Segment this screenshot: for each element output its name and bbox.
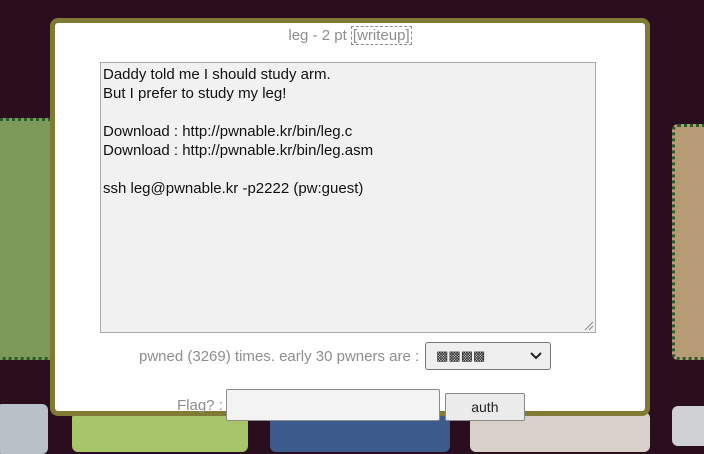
pwn-stats: pwned (3269) times. early 30 pwners are … [139,342,552,370]
modal-title-row: leg - 2 pt [writeup] [55,26,645,45]
flag-input[interactable] [225,389,440,421]
chevron-down-icon [530,352,542,360]
challenge-title: leg - 2 pt [288,27,347,44]
resize-grip-icon[interactable] [584,321,594,331]
challenge-card-right[interactable] [672,124,704,360]
challenge-modal: leg - 2 pt [writeup] Daddy told me I sho… [50,18,650,421]
challenge-description[interactable]: Daddy told me I should study arm. But I … [100,62,596,333]
early-pwners-selected: ▩▩▩▩ [436,348,486,363]
description-text: Daddy told me I should study arm. But I … [103,66,374,197]
writeup-link[interactable]: [writeup] [350,26,412,45]
flag-form: Flag? : auth [177,389,525,421]
challenge-card-bottom-5[interactable] [672,406,704,446]
flag-label: Flag? : [177,396,223,414]
auth-button[interactable]: auth [444,393,525,421]
pwn-count-text: pwned (3269) times. early 30 pwners are … [139,347,420,365]
early-pwners-select[interactable]: ▩▩▩▩ [425,342,552,370]
challenge-card-bottom-1[interactable] [0,404,48,454]
challenge-card-left[interactable] [0,118,54,360]
